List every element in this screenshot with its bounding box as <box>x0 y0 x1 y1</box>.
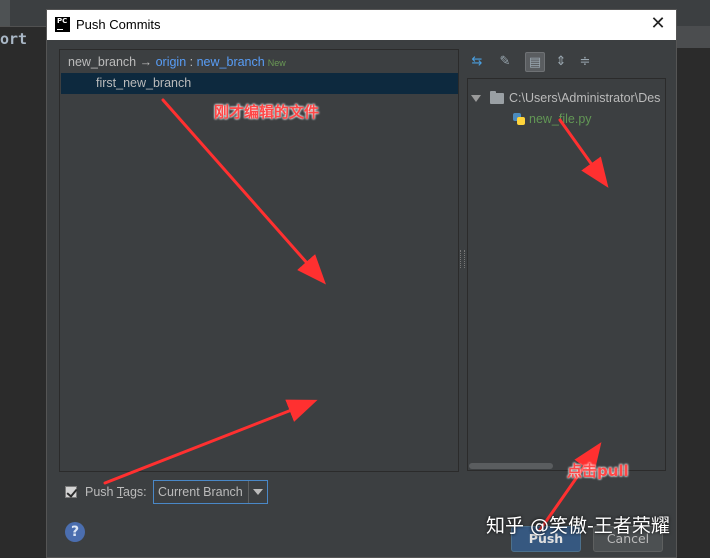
push-tags-checkbox[interactable] <box>65 486 78 498</box>
file-name: new_file.py <box>529 112 592 126</box>
pycharm-logo-icon: PC <box>55 17 70 32</box>
annotation-edited-file: 刚才编辑的文件 <box>214 103 320 121</box>
editor-code-fragment: ort <box>0 30 28 48</box>
push-tags-select[interactable]: Current Branch <box>153 480 268 504</box>
python-file-icon <box>512 112 526 126</box>
changed-files-tree[interactable]: C:\Users\Administrator\Des new_file.py <box>467 78 666 471</box>
expand-all-icon[interactable]: ⇕ <box>551 52 571 72</box>
remote-branch-link[interactable]: new_branch <box>197 55 265 69</box>
editor-right-strip <box>676 26 710 48</box>
remote-link[interactable]: origin <box>156 55 187 69</box>
watermark-text: 知乎 @笑傲-王者荣耀 <box>486 515 670 537</box>
group-by-directory-icon[interactable]: ▤ <box>525 52 545 72</box>
folder-icon <box>490 91 504 104</box>
commit-row[interactable]: first_new_branch <box>61 73 458 94</box>
remote-separator: : <box>189 55 194 69</box>
tree-folder-row[interactable]: C:\Users\Administrator\Des <box>468 90 665 108</box>
dialog-title-bar[interactable]: PC Push Commits ✕ <box>47 10 676 40</box>
pane-splitter-handle[interactable] <box>460 250 465 268</box>
close-button[interactable]: ✕ <box>648 14 668 34</box>
push-tags-label: Push Tags: <box>85 485 147 499</box>
tree-file-row[interactable]: new_file.py <box>468 111 665 129</box>
checkmark-icon <box>66 486 78 498</box>
new-branch-badge: New <box>267 58 286 68</box>
annotation-click-pull: 点击pull <box>567 462 629 480</box>
local-branch-label: new_branch <box>68 55 137 69</box>
chevron-down-icon[interactable] <box>248 481 267 503</box>
dialog-title: Push Commits <box>76 17 161 32</box>
horizontal-scrollbar[interactable] <box>469 463 553 469</box>
close-icon: ✕ <box>650 13 666 34</box>
changes-toolbar: ⇆ ✎ ▤ ⇕ ≑ <box>467 52 607 74</box>
push-target-header: new_branch → origin : new_branch New <box>68 55 286 69</box>
arrow-right-icon: → <box>139 55 153 69</box>
commit-message: first_new_branch <box>96 76 192 90</box>
help-button[interactable]: ? <box>65 522 85 542</box>
expand-arrow-icon[interactable] <box>471 95 481 102</box>
folder-path: C:\Users\Administrator\Des <box>509 91 661 105</box>
edit-source-icon[interactable]: ✎ <box>495 52 515 72</box>
editor-tab[interactable] <box>0 0 10 26</box>
collapse-all-icon[interactable]: ≑ <box>575 52 595 72</box>
push-tags-select-value: Current Branch <box>158 485 243 499</box>
merge-arrows-icon[interactable]: ⇆ <box>467 52 487 72</box>
